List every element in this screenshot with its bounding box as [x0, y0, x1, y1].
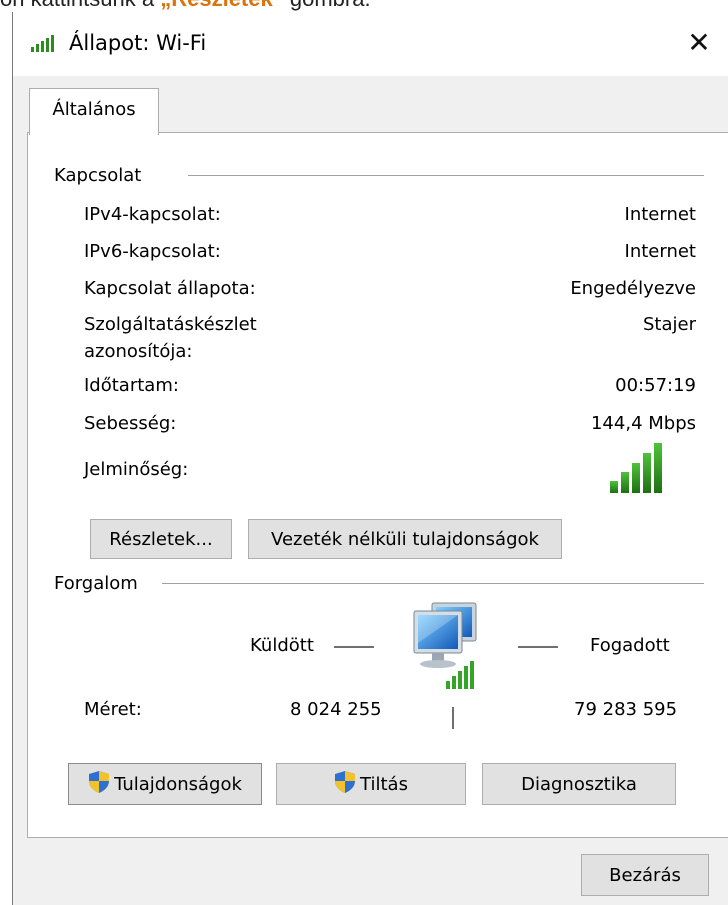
received-connector-line — [518, 646, 558, 648]
ipv4-label: IPv4-kapcsolat: — [84, 204, 221, 225]
disable-button-label: Tiltás — [360, 773, 408, 795]
activity-divider — [452, 707, 454, 729]
media-state-label: Kapcsolat állapota: — [84, 278, 256, 299]
network-computers-icon — [398, 597, 498, 702]
received-label: Fogadott — [590, 635, 670, 656]
ssid-value: Stajer — [643, 314, 696, 335]
wireless-properties-button[interactable]: Vezeték nélküli tulajdonságok — [248, 519, 562, 559]
general-tab-panel: Kapcsolat IPv4-kapcsolat: Internet IPv6-… — [27, 132, 728, 838]
speed-label: Sebesség: — [84, 413, 177, 434]
ipv4-value: Internet — [624, 204, 696, 225]
connection-group-label: Kapcsolat — [54, 165, 150, 187]
caption-highlight: „Részletek” — [160, 0, 284, 11]
media-state-value: Engedélyezve — [570, 278, 696, 299]
properties-button-label: Tulajdonságok — [114, 773, 242, 795]
activity-group-label: Forgalom — [54, 573, 146, 595]
sent-label: Küldött — [250, 635, 314, 656]
title-bar: Állapot: Wi-Fi ✕ — [13, 12, 728, 76]
details-button[interactable]: Részletek... — [90, 519, 232, 559]
wifi-signal-icon — [31, 34, 59, 57]
ssid-label-line1: Szolgáltatáskészlet — [84, 314, 257, 335]
activity-group-rule — [162, 583, 704, 584]
close-window-icon[interactable]: ✕ — [669, 12, 728, 72]
received-bytes-value: 79 283 595 — [574, 699, 678, 720]
properties-button[interactable]: Tulajdonságok — [68, 763, 262, 805]
signal-quality-icon — [610, 441, 672, 498]
tab-general[interactable]: Általános — [29, 88, 159, 135]
sent-bytes-value: 8 024 255 — [290, 699, 382, 720]
speed-value: 144,4 Mbps — [590, 413, 696, 434]
duration-value: 00:57:19 — [615, 375, 696, 396]
close-button[interactable]: Bezárás — [581, 854, 709, 896]
wifi-status-dialog: Állapot: Wi-Fi ✕ Általános Kapcsolat IPv… — [12, 12, 728, 905]
ipv6-label: IPv6-kapcsolat: — [84, 241, 221, 262]
connection-group-rule — [188, 175, 704, 176]
instruction-caption: on kattintsunk a „Részletek” gombra. — [0, 0, 728, 12]
caption-suffix: gombra. — [284, 0, 371, 11]
ssid-label-line2: azonosítója: — [84, 341, 193, 362]
sent-connector-line — [334, 646, 374, 648]
signal-quality-label: Jelminőség: — [84, 459, 189, 480]
ipv6-value: Internet — [624, 241, 696, 262]
caption-prefix: on kattintsunk a — [0, 0, 160, 11]
uac-shield-icon — [88, 770, 110, 799]
disable-button[interactable]: Tiltás — [276, 763, 466, 805]
size-label: Méret: — [84, 699, 142, 720]
duration-label: Időtartam: — [84, 375, 179, 396]
window-title: Állapot: Wi-Fi — [69, 31, 207, 55]
uac-shield-icon — [334, 770, 356, 799]
diagnose-button[interactable]: Diagnosztika — [482, 763, 676, 805]
